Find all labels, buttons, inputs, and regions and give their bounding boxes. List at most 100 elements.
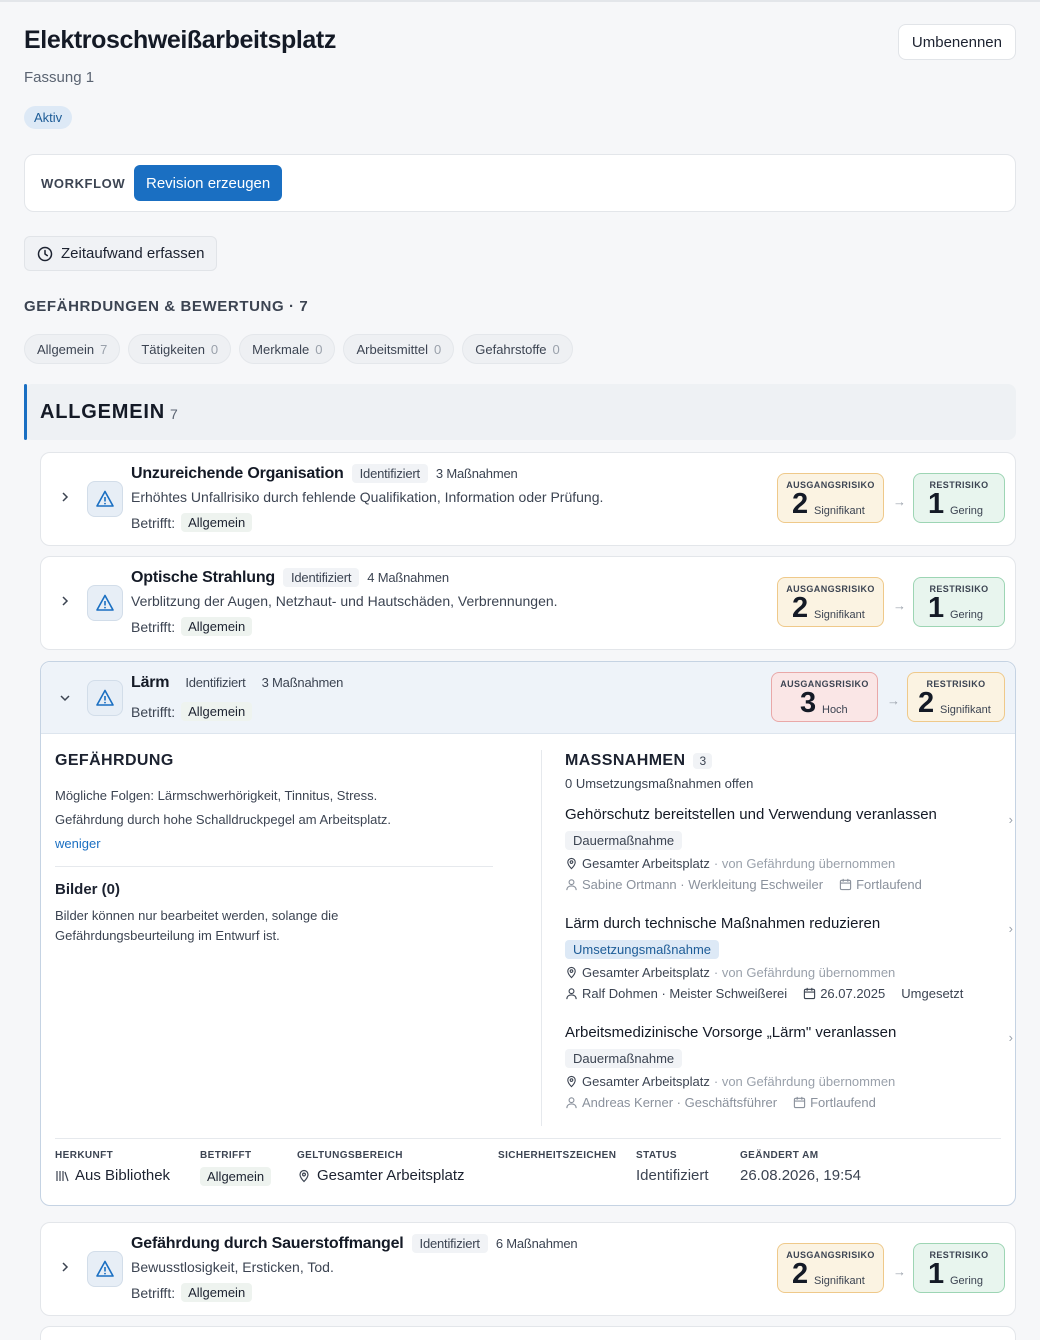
filter-chip-taetigkeiten[interactable]: Tätigkeiten 0 xyxy=(128,334,232,364)
hazard-title: Gefährdung durch Sauerstoffmangel Identif… xyxy=(131,1234,578,1253)
chevron-right-icon: › xyxy=(1008,921,1013,936)
hazard-card-header[interactable]: Lärm Identifiziert 3 Maßnahmen Betrifft: Al… xyxy=(41,662,1015,734)
hazard-measures-count: 3 Maßnahmen xyxy=(435,466,518,481)
warning-icon xyxy=(87,1251,123,1287)
chevron-right-icon[interactable] xyxy=(59,491,71,503)
hazard-state: Identifiziert xyxy=(351,464,428,483)
hazard-card-next[interactable] xyxy=(40,1326,1016,1340)
measure-title: Gehörschutz bereitstellen und Verwendung… xyxy=(565,806,937,823)
initial-risk-badge: AUSGANGSRISIKO 2 Signifikant xyxy=(777,473,884,523)
calendar-icon xyxy=(793,1096,806,1109)
residual-risk-badge: RESTRISIKO 1 Gering xyxy=(913,577,1005,627)
hazard-card-header[interactable]: Unzureichende Organisation Identifiziert 3… xyxy=(41,453,1015,545)
measure-scope: Gesamter Arbeitsplatz · von Gefährdung üb… xyxy=(565,856,1005,871)
arrow-right-icon: → xyxy=(893,494,906,509)
measure-status: Umgesetzt xyxy=(901,986,964,1001)
location-pin-icon xyxy=(567,857,576,870)
filter-chip-merkmale[interactable]: Merkmale 0 xyxy=(239,334,336,364)
warning-icon xyxy=(87,481,123,517)
section-heading: GEFÄHRDUNGEN & BEWERTUNG · 7 xyxy=(24,298,309,315)
filter-chip-gefahrstoffe[interactable]: Gefahrstoffe 0 xyxy=(462,334,573,364)
initial-risk-badge: AUSGANGSRISIKO 2 Signifikant xyxy=(777,1243,884,1293)
location-pin-icon xyxy=(299,1169,309,1182)
hazard-title: Optische Strahlung Identifiziert 4 Maßnahm… xyxy=(131,568,449,587)
meta-safety-signs: SICHERHEITSZEICHEN xyxy=(498,1150,617,1161)
hazard-card: Unzureichende Organisation Identifiziert 3… xyxy=(40,452,1016,546)
user-icon xyxy=(566,988,577,1000)
hazard-cause: Gefährdung durch hohe Schalldruckpegel a… xyxy=(55,812,392,827)
user-icon xyxy=(566,1097,577,1109)
version-label: Fassung 1 xyxy=(24,69,95,86)
filter-chip-arbeitsmittel[interactable]: Arbeitsmittel 0 xyxy=(343,334,455,364)
meta-origin: HERKUNFT Aus Bibliothek xyxy=(55,1150,171,1184)
measure-title: Lärm durch technische Maßnahmen reduzier… xyxy=(565,915,881,932)
hazard-card-header[interactable]: Gefährdung durch Sauerstoffmangel Identif… xyxy=(41,1223,1015,1315)
divider xyxy=(55,866,493,867)
clock-icon xyxy=(37,246,53,261)
group-title: ALLGEMEIN xyxy=(40,401,165,423)
hazard-measures-count: 4 Maßnahmen xyxy=(367,570,449,585)
meta-affected: BETRIFFT Allgemein xyxy=(200,1150,272,1186)
warning-icon xyxy=(87,680,123,716)
hazard-card-header[interactable]: Optische Strahlung Identifiziert 4 Maßnahm… xyxy=(41,557,1015,649)
group-accent-bar xyxy=(24,384,27,440)
measure-title: Arbeitsmedizinische Vorsorge „Lärm" vera… xyxy=(565,1024,897,1041)
measure-owner: Ralf Dohmen · Meister Schweißerei 26.07.… xyxy=(565,986,1005,1001)
measure-type-badge: Dauermaßnahme xyxy=(565,1049,683,1068)
measures-count: 3 xyxy=(693,753,713,769)
track-time-label: Zeitaufwand erfassen xyxy=(61,245,205,262)
library-icon xyxy=(56,1170,69,1181)
measure-item[interactable]: Lärm durch technische Maßnahmen reduzier… xyxy=(565,915,1013,1001)
hazard-state: Identifiziert xyxy=(411,1234,488,1253)
hazard-measures-count: 3 Maßnahmen xyxy=(261,675,344,690)
chevron-right-icon[interactable] xyxy=(59,595,71,607)
initial-risk-badge: AUSGANGSRISIKO 2 Signifikant xyxy=(777,577,884,627)
chevron-right-icon: › xyxy=(1008,812,1013,827)
hazard-description: Erhöhtes Unfallrisiko durch fehlende Qua… xyxy=(131,489,604,505)
chevron-right-icon[interactable] xyxy=(59,1261,71,1273)
images-title: Bilder (0) xyxy=(55,881,121,898)
location-pin-icon xyxy=(567,1075,576,1088)
chevron-right-icon: › xyxy=(1008,1030,1013,1045)
filter-chip-allgemein[interactable]: Allgemein 7 xyxy=(24,334,121,364)
measure-type-badge: Dauermaßnahme xyxy=(565,831,683,850)
measure-item[interactable]: Arbeitsmedizinische Vorsorge „Lärm" vera… xyxy=(565,1024,1013,1110)
hazard-section-title: GEFÄHRDUNG xyxy=(55,752,174,769)
hazard-state: Identifiziert xyxy=(282,568,360,587)
top-border xyxy=(0,0,1040,2)
measure-owner: Sabine Ortmann · Werkleitung Eschweiler … xyxy=(565,877,1005,892)
calendar-icon xyxy=(804,987,816,1000)
measures-title: MASSNAHMEN 3 xyxy=(565,752,713,770)
hazard-measures-count: 6 Maßnahmen xyxy=(495,1236,578,1251)
measure-type-badge: Umsetzungsmaßnahme xyxy=(565,940,719,959)
user-icon xyxy=(566,879,577,891)
arrow-right-icon: → xyxy=(887,693,900,708)
arrow-right-icon: → xyxy=(893,598,906,613)
hazard-detail: GEFÄHRDUNG Mögliche Folgen: Lärmschwerhö… xyxy=(41,734,1015,1204)
meta-changed: GEÄNDERT AM 26.08.2026, 19:54 xyxy=(740,1150,861,1184)
chevron-down-icon[interactable] xyxy=(59,692,71,704)
residual-risk-badge: RESTRISIKO 2 Signifikant xyxy=(907,672,1005,722)
measure-item[interactable]: Gehörschutz bereitstellen und Verwendung… xyxy=(565,806,1013,892)
create-revision-button[interactable]: Revision erzeugen xyxy=(134,165,283,201)
category-filter: Allgemein 7 Tätigkeiten 0 Merkmale 0 Arbeit… xyxy=(24,334,573,364)
page-title: Elektroschweißarbeitsplatz xyxy=(24,26,336,54)
hazard-affected: Betrifft: Allgemein xyxy=(131,702,253,721)
workflow-label: WORKFLOW xyxy=(41,176,126,191)
column-divider xyxy=(541,750,542,1126)
warning-icon xyxy=(87,585,123,621)
hazard-description: Bewusstlosigkeit, Ersticken, Tod. xyxy=(131,1259,334,1275)
hazard-state: Identifiziert xyxy=(185,675,246,690)
calendar-icon xyxy=(839,878,852,891)
workflow-panel: WORKFLOW Revision erzeugen xyxy=(24,154,1016,212)
measure-scope: Gesamter Arbeitsplatz · von Gefährdung üb… xyxy=(565,965,1005,980)
measure-owner: Andreas Kerner · Geschäftsführer Fortlau… xyxy=(565,1095,1005,1110)
status-badge: Aktiv xyxy=(24,106,73,129)
meta-status: STATUS Identifiziert xyxy=(636,1150,709,1184)
show-less-link[interactable]: weniger xyxy=(55,836,101,851)
hazard-card: Optische Strahlung Identifiziert 4 Maßnahm… xyxy=(40,556,1016,650)
track-time-button[interactable]: Zeitaufwand erfassen xyxy=(24,236,218,271)
group-count: 7 xyxy=(170,406,178,422)
rename-button[interactable]: Umbenennen xyxy=(897,24,1016,60)
meta-scope: GELTUNGSBEREICH Gesamter Arbeitsplatz xyxy=(297,1150,465,1184)
